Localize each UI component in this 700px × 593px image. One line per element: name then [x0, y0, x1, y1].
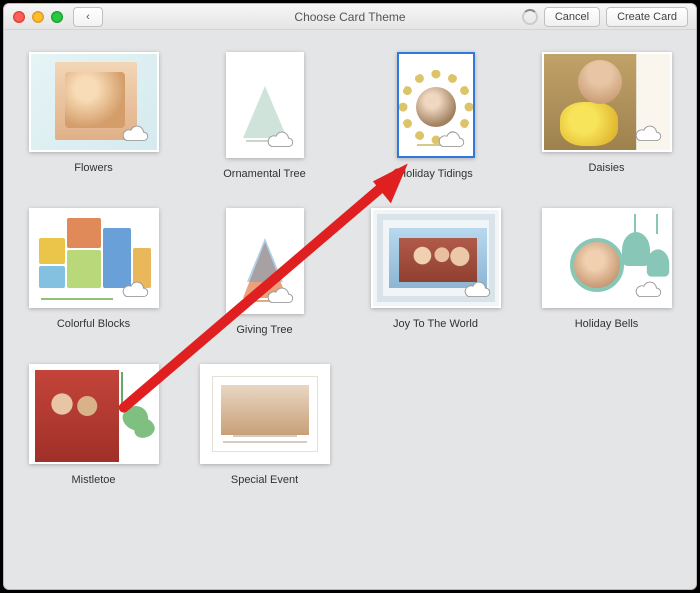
window: ‹ Choose Card Theme Cancel Create Card	[3, 3, 697, 590]
cloud-download-icon	[121, 124, 151, 144]
create-card-button-label: Create Card	[617, 11, 677, 23]
theme-card-ornamental-tree[interactable]: Ornamental Tree	[191, 52, 338, 180]
theme-label: Joy To The World	[393, 318, 478, 330]
theme-picker-content[interactable]: Flowers Ornamental Tree	[4, 30, 696, 589]
minimize-window-button[interactable]	[32, 11, 44, 23]
loading-spinner-icon	[522, 9, 538, 25]
back-button[interactable]: ‹	[73, 7, 103, 27]
theme-card-daisies[interactable]: Daisies	[533, 52, 680, 180]
theme-thumb	[29, 208, 159, 308]
theme-label: Special Event	[231, 474, 298, 486]
theme-card-colorful-blocks[interactable]: Colorful Blocks	[20, 208, 167, 336]
theme-thumb	[226, 52, 304, 158]
theme-thumb	[200, 364, 330, 464]
cancel-button[interactable]: Cancel	[544, 7, 600, 27]
theme-card-holiday-bells[interactable]: Holiday Bells	[533, 208, 680, 336]
theme-thumb	[397, 52, 475, 158]
theme-label: Daisies	[588, 162, 624, 174]
cloud-download-icon	[437, 130, 467, 150]
cloud-download-icon	[463, 280, 493, 300]
theme-card-giving-tree[interactable]: Giving Tree	[191, 208, 338, 336]
theme-thumb	[226, 208, 304, 314]
theme-grid: Flowers Ornamental Tree	[20, 52, 680, 486]
window-controls	[13, 11, 63, 23]
theme-card-holiday-tidings[interactable]: Holiday Tidings	[362, 52, 509, 180]
cloud-download-icon	[266, 286, 296, 306]
theme-card-mistletoe[interactable]: Mistletoe	[20, 364, 167, 486]
theme-label: Giving Tree	[236, 324, 292, 336]
titlebar-right-group: Cancel Create Card	[522, 7, 688, 27]
theme-label: Mistletoe	[71, 474, 115, 486]
cloud-download-icon	[266, 130, 296, 150]
cloud-download-icon	[634, 280, 664, 300]
cancel-button-label: Cancel	[555, 11, 589, 23]
theme-thumb	[29, 52, 159, 152]
theme-label: Holiday Bells	[575, 318, 639, 330]
back-chevron-icon: ‹	[86, 11, 90, 23]
theme-label: Flowers	[74, 162, 113, 174]
theme-card-joy-to-the-world[interactable]: Joy To The World	[362, 208, 509, 336]
close-window-button[interactable]	[13, 11, 25, 23]
cloud-download-icon	[634, 124, 664, 144]
theme-card-special-event[interactable]: Special Event	[191, 364, 338, 486]
theme-thumb	[542, 208, 672, 308]
theme-label: Holiday Tidings	[398, 168, 473, 180]
theme-label: Colorful Blocks	[57, 318, 130, 330]
theme-card-flowers[interactable]: Flowers	[20, 52, 167, 180]
cloud-download-icon	[121, 280, 151, 300]
theme-thumb	[371, 208, 501, 308]
titlebar: ‹ Choose Card Theme Cancel Create Card	[4, 4, 696, 30]
theme-thumb	[29, 364, 159, 464]
create-card-button[interactable]: Create Card	[606, 7, 688, 27]
theme-thumb	[542, 52, 672, 152]
zoom-window-button[interactable]	[51, 11, 63, 23]
theme-label: Ornamental Tree	[223, 168, 306, 180]
